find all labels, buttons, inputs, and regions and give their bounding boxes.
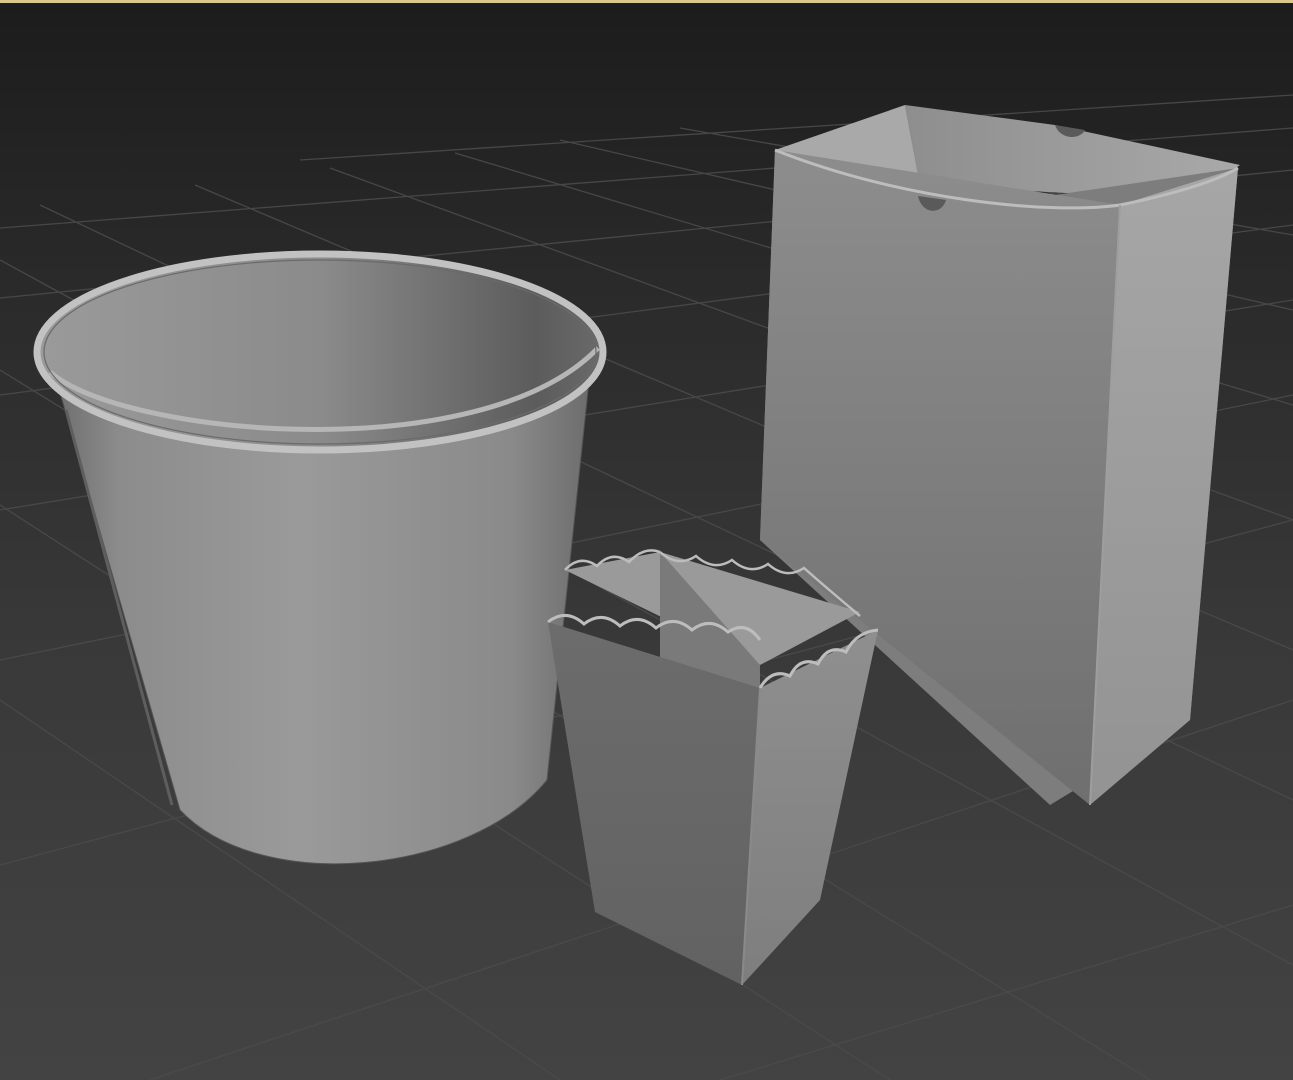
scene-canvas[interactable] <box>0 0 1293 1080</box>
large-popcorn-bucket[interactable] <box>33 250 607 865</box>
perspective-viewport[interactable] <box>0 0 1293 1080</box>
small-scalloped-popcorn-box[interactable] <box>547 549 879 986</box>
